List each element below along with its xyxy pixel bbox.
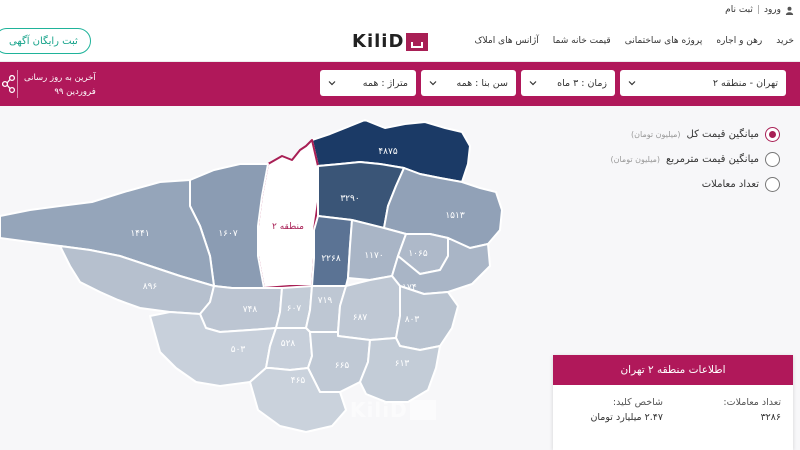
region-info-body: تعداد معاملات: ۳۲۸۶ شاخص کلید: ۲.۴۷ میلی… bbox=[553, 385, 793, 450]
metric-legend: میانگین قیمت کل (میلیون تومان) میانگین ق… bbox=[610, 122, 780, 197]
time-select-value: زمان : ۳ ماه bbox=[557, 77, 607, 89]
area-select-value: متراژ : همه bbox=[362, 77, 408, 89]
map-label-north-east: ۴۸۷۵ bbox=[378, 147, 398, 157]
map-label-896: ۸۹۶ bbox=[143, 282, 158, 292]
main-nav: خرید رهن و اجاره پروژه های ساختمانی قیمت… bbox=[0, 22, 800, 62]
metric-label: میانگین قیمت مترمربع bbox=[666, 154, 759, 165]
map-label-1441: ۱۴۴۱ bbox=[130, 229, 149, 239]
chevron-down-icon bbox=[328, 81, 336, 86]
kilid-index-stat: شاخص کلید: ۲.۴۷ میلیارد تومان bbox=[590, 395, 663, 425]
metric-unit: (میلیون تومان) bbox=[610, 155, 661, 164]
region-info-title: اطلاعات منطقه ۲ تهران bbox=[553, 355, 793, 385]
kilid-logo[interactable]: KiliD bbox=[352, 31, 429, 52]
map-label-503: ۵۰۳ bbox=[231, 345, 246, 355]
map-label-3290: ۳۲۹۰ bbox=[340, 194, 359, 204]
divider bbox=[17, 70, 18, 98]
map-label-613: ۶۱۳ bbox=[395, 359, 410, 369]
nav-links: خرید رهن و اجاره پروژه های ساختمانی قیمت… bbox=[474, 36, 794, 46]
map-label-687: ۶۸۷ bbox=[353, 313, 368, 323]
share-icon[interactable] bbox=[2, 75, 16, 93]
filter-bar: تهران - منطقه ۲ زمان : ۳ ماه سن بنا : هم… bbox=[0, 62, 800, 106]
map-label-1170: ۱۱۷۰ bbox=[364, 251, 383, 261]
top-utility-bar: ورود | ثبت نام bbox=[0, 0, 800, 22]
map-label-719: ۷۱۹ bbox=[318, 296, 333, 306]
kilid-index-value: ۲.۴۷ میلیارد تومان bbox=[590, 412, 663, 423]
map-label-748: ۷۴۸ bbox=[243, 305, 258, 315]
map-region-613[interactable] bbox=[359, 337, 441, 403]
chevron-down-icon bbox=[628, 81, 636, 86]
kilid-watermark: KiliD bbox=[350, 398, 436, 422]
building-age-select-value: سن بنا : همه bbox=[456, 77, 508, 89]
register-link[interactable]: ثبت نام bbox=[725, 5, 753, 15]
map-region-687[interactable] bbox=[337, 275, 401, 341]
region-select-value: تهران - منطقه ۲ bbox=[712, 77, 778, 89]
map-region-748[interactable] bbox=[199, 285, 283, 333]
map-region-528[interactable] bbox=[265, 327, 313, 371]
map-label-607: ۶۰۷ bbox=[287, 304, 302, 314]
radio-unselected[interactable] bbox=[765, 152, 780, 167]
metric-option-deal-count[interactable]: تعداد معاملات bbox=[611, 172, 780, 197]
map-label-465: ۴۶۵ bbox=[291, 376, 306, 386]
radio-unselected[interactable] bbox=[765, 177, 780, 192]
last-update-label: آخرین به روز رسانی bbox=[24, 73, 96, 83]
auth-separator: | bbox=[756, 5, 760, 15]
map-label-1065: ۱۰۶۵ bbox=[408, 249, 428, 259]
deal-count-label: تعداد معاملات: bbox=[723, 397, 781, 408]
nav-rent[interactable]: رهن و اجاره bbox=[716, 36, 762, 46]
metric-option-total-price[interactable]: میانگین قیمت کل (میلیون تومان) bbox=[611, 122, 780, 147]
chevron-down-icon bbox=[429, 81, 437, 86]
map-label-803: ۸۰۳ bbox=[405, 315, 420, 325]
map-label-2268: ۲۲۶۸ bbox=[321, 254, 341, 264]
nav-projects[interactable]: پروژه های ساختمانی bbox=[625, 36, 703, 46]
map-label-665: ۶۶۵ bbox=[335, 361, 350, 371]
radio-selected[interactable] bbox=[765, 127, 780, 142]
region-select[interactable]: تهران - منطقه ۲ bbox=[620, 70, 786, 96]
logo-mark-icon bbox=[406, 32, 429, 51]
deal-count-stat: تعداد معاملات: ۳۲۸۶ bbox=[723, 395, 781, 425]
map-label-selected: منطقه ۲ bbox=[272, 222, 304, 232]
time-select[interactable]: زمان : ۳ ماه bbox=[521, 70, 615, 96]
nav-buy[interactable]: خرید bbox=[776, 36, 794, 46]
kilid-index-label: شاخص کلید: bbox=[612, 397, 663, 408]
metric-label: میانگین قیمت کل bbox=[686, 129, 759, 140]
map-region-2268[interactable] bbox=[311, 215, 353, 287]
login-link[interactable]: ورود bbox=[764, 5, 781, 15]
building-age-select[interactable]: سن بنا : همه bbox=[421, 70, 516, 96]
last-update-info: آخرین به روز رسانی فروردین ۹۹ bbox=[24, 71, 96, 99]
last-update-date: فروردین ۹۹ bbox=[54, 87, 96, 97]
metric-option-sqm-price[interactable]: میانگین قیمت مترمربع (میلیون تومان) bbox=[610, 147, 780, 172]
map-label-1607: ۱۶۰۷ bbox=[218, 229, 238, 239]
filters: تهران - منطقه ۲ زمان : ۳ ماه سن بنا : هم… bbox=[320, 70, 786, 96]
map-region-selected[interactable] bbox=[257, 139, 319, 289]
auth-links: ورود | ثبت نام bbox=[725, 5, 794, 15]
metric-unit: (میلیون تومان) bbox=[631, 130, 681, 139]
free-listing-button[interactable]: ثبت رایگان آگهی bbox=[0, 28, 91, 54]
chevron-down-icon bbox=[529, 81, 537, 86]
region-info-card: اطلاعات منطقه ۲ تهران تعداد معاملات: ۳۲۸… bbox=[553, 355, 793, 450]
watermark-text: KiliD bbox=[350, 398, 408, 422]
nav-home-price[interactable]: قیمت خانه شما bbox=[553, 36, 611, 46]
map-label-528: ۵۲۸ bbox=[281, 339, 296, 349]
user-icon bbox=[785, 6, 794, 15]
area-select[interactable]: متراژ : همه bbox=[320, 70, 416, 96]
deal-count-value: ۳۲۸۶ bbox=[760, 412, 781, 423]
logo-text: KiliD bbox=[352, 31, 405, 52]
watermark-mark-icon bbox=[409, 400, 436, 420]
metric-label: تعداد معاملات bbox=[701, 179, 759, 190]
map-label-1513: ۱۵۱۳ bbox=[445, 211, 465, 221]
nav-agencies[interactable]: آژانس های املاک bbox=[474, 36, 538, 46]
